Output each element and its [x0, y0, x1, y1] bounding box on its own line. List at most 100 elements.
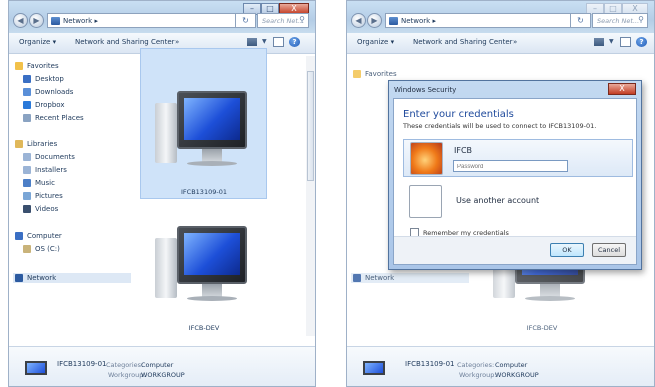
- address-bar[interactable]: Network ▸: [47, 13, 236, 28]
- dialog-footer: OK Cancel: [394, 236, 636, 264]
- nav-label: Videos: [35, 205, 59, 213]
- address-text: Network ▸: [401, 16, 436, 25]
- more-commands-button[interactable]: »: [513, 38, 517, 46]
- nav-item-pictures[interactable]: Pictures: [23, 191, 63, 201]
- monitor-graphic: [177, 226, 247, 284]
- details-categories-key: Categories:: [457, 361, 495, 369]
- nav-item-videos[interactable]: Videos: [23, 204, 58, 214]
- nav-label: Pictures: [35, 192, 63, 200]
- preview-pane-icon[interactable]: [620, 37, 631, 47]
- preview-pane-icon[interactable]: [273, 37, 284, 47]
- title-bar: – □ X ◀ ▶ Network ▸ ↻ Search Net... ⚲: [347, 1, 654, 33]
- chevron-down-icon[interactable]: ▼: [609, 37, 615, 47]
- nav-label: Music: [35, 179, 55, 187]
- view-controls: ▼ ?: [247, 37, 300, 47]
- ok-button[interactable]: OK: [550, 243, 584, 257]
- details-workgroup-value: WORKGROUP: [495, 371, 539, 379]
- libraries-icon: [15, 140, 23, 148]
- credential-tile-ifcb[interactable]: IFCB: [403, 139, 633, 177]
- computer-label: IFCB13109-01: [181, 188, 227, 196]
- details-pane: IFCB13109-01 Categories: Computer Workgr…: [9, 346, 315, 386]
- nav-item-installers[interactable]: Installers: [23, 165, 67, 175]
- dialog-close-button[interactable]: X: [608, 83, 636, 95]
- title-bar: – □ X ◀ ▶ Network ▸ ↻ Search Net... ⚲: [9, 1, 315, 33]
- nav-item-favorites[interactable]: Favorites: [15, 61, 59, 71]
- nav-item-recent-places[interactable]: Recent Places: [23, 113, 84, 123]
- nav-item-dropbox[interactable]: Dropbox: [23, 100, 65, 110]
- details-name: IFCB13109-01: [405, 360, 455, 368]
- user-name: IFCB: [454, 146, 473, 155]
- search-icon: ⚲: [299, 15, 305, 24]
- nav-item-downloads[interactable]: Downloads: [23, 87, 73, 97]
- search-placeholder: Search Net...: [597, 17, 640, 25]
- address-text: Network ▸: [63, 16, 98, 25]
- help-icon[interactable]: ?: [289, 37, 300, 47]
- computer-label: IFCB-DEV: [188, 324, 220, 332]
- dialog-subtitle: These credentials will be used to connec…: [403, 122, 597, 130]
- forward-button[interactable]: ▶: [29, 13, 44, 28]
- nav-item-computer[interactable]: Computer: [15, 231, 62, 241]
- nav-label: Network: [27, 274, 57, 282]
- dialog-heading: Enter your credentials: [403, 109, 514, 120]
- organize-button[interactable]: Organize ▾: [357, 38, 394, 46]
- details-categories-key: Categories:: [106, 361, 144, 369]
- password-field[interactable]: [453, 160, 568, 172]
- computer-item-ifcb13109-01[interactable]: [155, 91, 265, 171]
- network-sharing-center-button[interactable]: Network and Sharing Center: [413, 38, 513, 46]
- nav-item-documents[interactable]: Documents: [23, 152, 75, 162]
- desktop-icon: [23, 75, 31, 83]
- details-pane: IFCB13109-01 Categories: Computer Workgr…: [347, 346, 654, 386]
- refresh-button[interactable]: ↻: [571, 13, 591, 28]
- music-icon: [23, 179, 31, 187]
- organize-button[interactable]: Organize ▾: [19, 38, 56, 46]
- network-sharing-center-button[interactable]: Network and Sharing Center: [75, 38, 175, 46]
- chevron-down-icon[interactable]: ▼: [262, 37, 268, 47]
- details-categories-value: Computer: [141, 361, 174, 369]
- cancel-button[interactable]: Cancel: [592, 243, 626, 257]
- drive-icon: [23, 245, 31, 253]
- command-bar: Organize ▾ Network and Sharing Center » …: [347, 33, 654, 54]
- network-icon: [389, 16, 398, 25]
- computer-icon: [15, 232, 23, 240]
- nav-item-desktop[interactable]: Desktop: [23, 74, 64, 84]
- videos-icon: [23, 205, 31, 213]
- change-view-icon[interactable]: [594, 38, 604, 46]
- nav-label: Installers: [35, 166, 67, 174]
- back-button[interactable]: ◀: [351, 13, 366, 28]
- nav-item-os-drive[interactable]: OS (C:): [23, 244, 60, 254]
- nav-label: Libraries: [27, 140, 58, 148]
- back-button[interactable]: ◀: [13, 13, 28, 28]
- nav-label: Favorites: [27, 62, 59, 70]
- details-categories-value: Computer: [495, 361, 528, 369]
- downloads-icon: [23, 88, 31, 96]
- network-icon: [51, 16, 60, 25]
- scrollbar-thumb[interactable]: [307, 71, 314, 181]
- credential-tile-another-account[interactable]: Use another account: [403, 183, 633, 221]
- search-input[interactable]: Search Net... ⚲: [257, 13, 309, 28]
- computer-item-ifcb-dev[interactable]: [155, 226, 265, 306]
- tower-graphic: [155, 103, 177, 163]
- pictures-icon: [23, 192, 31, 200]
- windows-security-dialog: Windows Security X Enter your credential…: [388, 80, 642, 270]
- help-icon[interactable]: ?: [636, 37, 647, 47]
- nav-item-network[interactable]: Network: [13, 273, 131, 283]
- dropbox-icon: [23, 101, 31, 109]
- forward-button[interactable]: ▶: [367, 13, 382, 28]
- nav-label: OS (C:): [35, 245, 60, 253]
- refresh-button[interactable]: ↻: [236, 13, 256, 28]
- nav-label: Desktop: [35, 75, 64, 83]
- more-commands-button[interactable]: »: [175, 38, 179, 46]
- nav-item-music[interactable]: Music: [23, 178, 55, 188]
- details-workgroup-value: WORKGROUP: [141, 371, 185, 379]
- dialog-title: Windows Security: [394, 86, 457, 94]
- details-name: IFCB13109-01: [57, 360, 107, 368]
- nav-label: Downloads: [35, 88, 74, 96]
- nav-item-libraries[interactable]: Libraries: [15, 139, 57, 149]
- details-workgroup-key: Workgroup:: [108, 371, 146, 379]
- search-placeholder: Search Net...: [262, 17, 305, 25]
- another-account-label: Use another account: [456, 196, 540, 205]
- blank-avatar: [409, 185, 442, 218]
- search-input[interactable]: Search Net... ⚲: [592, 13, 648, 28]
- address-bar[interactable]: Network ▸: [385, 13, 571, 28]
- change-view-icon[interactable]: [247, 38, 257, 46]
